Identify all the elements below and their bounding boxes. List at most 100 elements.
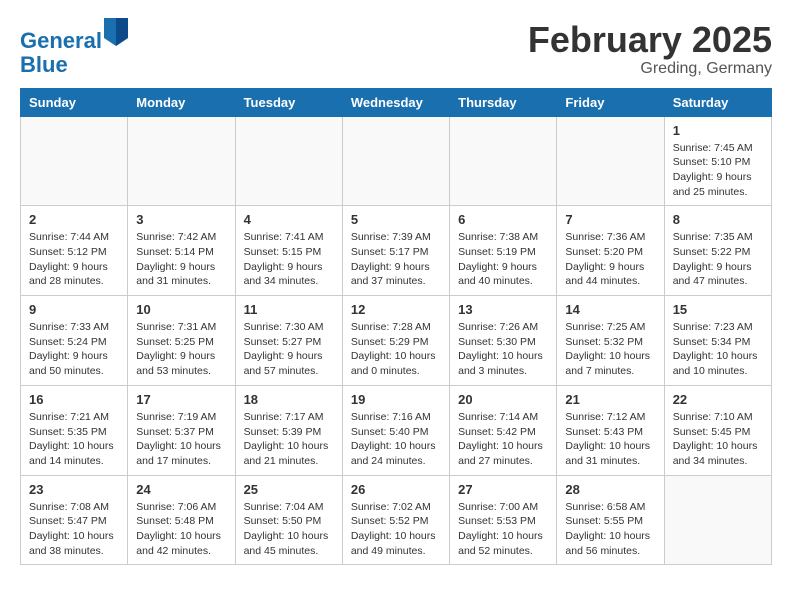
day-info: Sunrise: 7:16 AM Sunset: 5:40 PM Dayligh…: [351, 410, 441, 469]
weekday-header-tuesday: Tuesday: [235, 88, 342, 116]
day-number: 25: [244, 482, 334, 497]
calendar-cell: 15 Sunrise: 7:23 AM Sunset: 5:34 PM Dayli…: [664, 296, 771, 386]
day-number: 16: [29, 392, 119, 407]
day-info: Sunrise: 7:31 AM Sunset: 5:25 PM Dayligh…: [136, 320, 226, 379]
day-info: Sunrise: 7:45 AM Sunset: 5:10 PM Dayligh…: [673, 141, 763, 200]
day-number: 17: [136, 392, 226, 407]
day-number: 23: [29, 482, 119, 497]
day-info: Sunrise: 7:26 AM Sunset: 5:30 PM Dayligh…: [458, 320, 548, 379]
calendar-cell: [235, 116, 342, 206]
calendar-cell: 16 Sunrise: 7:21 AM Sunset: 5:35 PM Dayli…: [21, 385, 128, 475]
calendar-week-3: 16 Sunrise: 7:21 AM Sunset: 5:35 PM Dayli…: [21, 385, 772, 475]
calendar-cell: [21, 116, 128, 206]
logo-text: General: [20, 20, 128, 53]
day-info: Sunrise: 7:25 AM Sunset: 5:32 PM Dayligh…: [565, 320, 655, 379]
calendar-cell: 11 Sunrise: 7:30 AM Sunset: 5:27 PM Dayli…: [235, 296, 342, 386]
day-info: Sunrise: 7:00 AM Sunset: 5:53 PM Dayligh…: [458, 500, 548, 559]
day-number: 24: [136, 482, 226, 497]
logo-icon: [104, 18, 128, 46]
calendar-cell: 20Sunrise: 7:14 AM Sunset: 5:42 PM Dayli…: [450, 385, 557, 475]
calendar-header-row: SundayMondayTuesdayWednesdayThursdayFrid…: [21, 88, 772, 116]
day-info: Sunrise: 7:14 AM Sunset: 5:42 PM Dayligh…: [458, 410, 548, 469]
calendar-cell: 26 Sunrise: 7:02 AM Sunset: 5:52 PM Dayli…: [342, 475, 449, 565]
day-info: Sunrise: 7:33 AM Sunset: 5:24 PM Dayligh…: [29, 320, 119, 379]
calendar-cell: 13 Sunrise: 7:26 AM Sunset: 5:30 PM Dayli…: [450, 296, 557, 386]
day-info: Sunrise: 7:23 AM Sunset: 5:34 PM Dayligh…: [673, 320, 763, 379]
day-info: Sunrise: 7:10 AM Sunset: 5:45 PM Dayligh…: [673, 410, 763, 469]
calendar-cell: 17 Sunrise: 7:19 AM Sunset: 5:37 PM Dayli…: [128, 385, 235, 475]
day-number: 21: [565, 392, 655, 407]
calendar-cell: 10 Sunrise: 7:31 AM Sunset: 5:25 PM Dayli…: [128, 296, 235, 386]
calendar-cell: 3 Sunrise: 7:42 AM Sunset: 5:14 PM Daylig…: [128, 206, 235, 296]
calendar-cell: 28Sunrise: 6:58 AM Sunset: 5:55 PM Dayli…: [557, 475, 664, 565]
day-number: 5: [351, 212, 441, 227]
day-number: 8: [673, 212, 763, 227]
day-info: Sunrise: 7:42 AM Sunset: 5:14 PM Dayligh…: [136, 230, 226, 289]
calendar-cell: 1 Sunrise: 7:45 AM Sunset: 5:10 PM Daylig…: [664, 116, 771, 206]
calendar-week-2: 9 Sunrise: 7:33 AM Sunset: 5:24 PM Daylig…: [21, 296, 772, 386]
day-number: 27: [458, 482, 548, 497]
logo-blue-text: Blue: [20, 53, 128, 77]
logo: General Blue: [20, 20, 128, 77]
calendar-cell: 19 Sunrise: 7:16 AM Sunset: 5:40 PM Dayli…: [342, 385, 449, 475]
month-title: February 2025: [528, 20, 772, 60]
day-info: Sunrise: 7:30 AM Sunset: 5:27 PM Dayligh…: [244, 320, 334, 379]
weekday-header-sunday: Sunday: [21, 88, 128, 116]
calendar-cell: 9 Sunrise: 7:33 AM Sunset: 5:24 PM Daylig…: [21, 296, 128, 386]
day-info: Sunrise: 7:12 AM Sunset: 5:43 PM Dayligh…: [565, 410, 655, 469]
calendar-week-0: 1 Sunrise: 7:45 AM Sunset: 5:10 PM Daylig…: [21, 116, 772, 206]
calendar-cell: 22 Sunrise: 7:10 AM Sunset: 5:45 PM Dayli…: [664, 385, 771, 475]
calendar-cell: 4 Sunrise: 7:41 AM Sunset: 5:15 PM Daylig…: [235, 206, 342, 296]
calendar-cell: 7Sunrise: 7:36 AM Sunset: 5:20 PM Daylig…: [557, 206, 664, 296]
day-info: Sunrise: 7:19 AM Sunset: 5:37 PM Dayligh…: [136, 410, 226, 469]
calendar-cell: 21 Sunrise: 7:12 AM Sunset: 5:43 PM Dayli…: [557, 385, 664, 475]
location: Greding, Germany: [528, 60, 772, 78]
calendar-cell: 5 Sunrise: 7:39 AM Sunset: 5:17 PM Daylig…: [342, 206, 449, 296]
day-info: Sunrise: 7:35 AM Sunset: 5:22 PM Dayligh…: [673, 230, 763, 289]
calendar-week-4: 23 Sunrise: 7:08 AM Sunset: 5:47 PM Dayli…: [21, 475, 772, 565]
calendar-cell: [342, 116, 449, 206]
day-number: 3: [136, 212, 226, 227]
day-info: Sunrise: 7:02 AM Sunset: 5:52 PM Dayligh…: [351, 500, 441, 559]
calendar-table: SundayMondayTuesdayWednesdayThursdayFrid…: [20, 88, 772, 566]
day-info: Sunrise: 7:06 AM Sunset: 5:48 PM Dayligh…: [136, 500, 226, 559]
day-number: 9: [29, 302, 119, 317]
day-number: 2: [29, 212, 119, 227]
day-number: 28: [565, 482, 655, 497]
day-info: Sunrise: 7:21 AM Sunset: 5:35 PM Dayligh…: [29, 410, 119, 469]
day-number: 11: [244, 302, 334, 317]
calendar-cell: 24 Sunrise: 7:06 AM Sunset: 5:48 PM Dayli…: [128, 475, 235, 565]
title-block: February 2025 Greding, Germany: [528, 20, 772, 78]
calendar-cell: 25 Sunrise: 7:04 AM Sunset: 5:50 PM Dayli…: [235, 475, 342, 565]
weekday-header-monday: Monday: [128, 88, 235, 116]
day-info: Sunrise: 7:41 AM Sunset: 5:15 PM Dayligh…: [244, 230, 334, 289]
calendar-cell: 8 Sunrise: 7:35 AM Sunset: 5:22 PM Daylig…: [664, 206, 771, 296]
day-number: 1: [673, 123, 763, 138]
day-info: Sunrise: 7:08 AM Sunset: 5:47 PM Dayligh…: [29, 500, 119, 559]
calendar-cell: [664, 475, 771, 565]
calendar-cell: 23 Sunrise: 7:08 AM Sunset: 5:47 PM Dayli…: [21, 475, 128, 565]
day-number: 12: [351, 302, 441, 317]
calendar-cell: 6Sunrise: 7:38 AM Sunset: 5:19 PM Daylig…: [450, 206, 557, 296]
day-number: 22: [673, 392, 763, 407]
day-number: 18: [244, 392, 334, 407]
day-number: 19: [351, 392, 441, 407]
day-info: Sunrise: 7:17 AM Sunset: 5:39 PM Dayligh…: [244, 410, 334, 469]
calendar-cell: 12 Sunrise: 7:28 AM Sunset: 5:29 PM Dayli…: [342, 296, 449, 386]
day-number: 14: [565, 302, 655, 317]
weekday-header-friday: Friday: [557, 88, 664, 116]
day-number: 4: [244, 212, 334, 227]
page-header: General Blue February 2025 Greding, Germ…: [20, 20, 772, 78]
day-number: 26: [351, 482, 441, 497]
day-number: 10: [136, 302, 226, 317]
weekday-header-saturday: Saturday: [664, 88, 771, 116]
weekday-header-wednesday: Wednesday: [342, 88, 449, 116]
calendar-week-1: 2Sunrise: 7:44 AM Sunset: 5:12 PM Daylig…: [21, 206, 772, 296]
day-info: Sunrise: 7:04 AM Sunset: 5:50 PM Dayligh…: [244, 500, 334, 559]
day-info: Sunrise: 7:39 AM Sunset: 5:17 PM Dayligh…: [351, 230, 441, 289]
day-number: 6: [458, 212, 548, 227]
day-info: Sunrise: 7:28 AM Sunset: 5:29 PM Dayligh…: [351, 320, 441, 379]
day-number: 15: [673, 302, 763, 317]
day-number: 13: [458, 302, 548, 317]
calendar-cell: 14 Sunrise: 7:25 AM Sunset: 5:32 PM Dayli…: [557, 296, 664, 386]
